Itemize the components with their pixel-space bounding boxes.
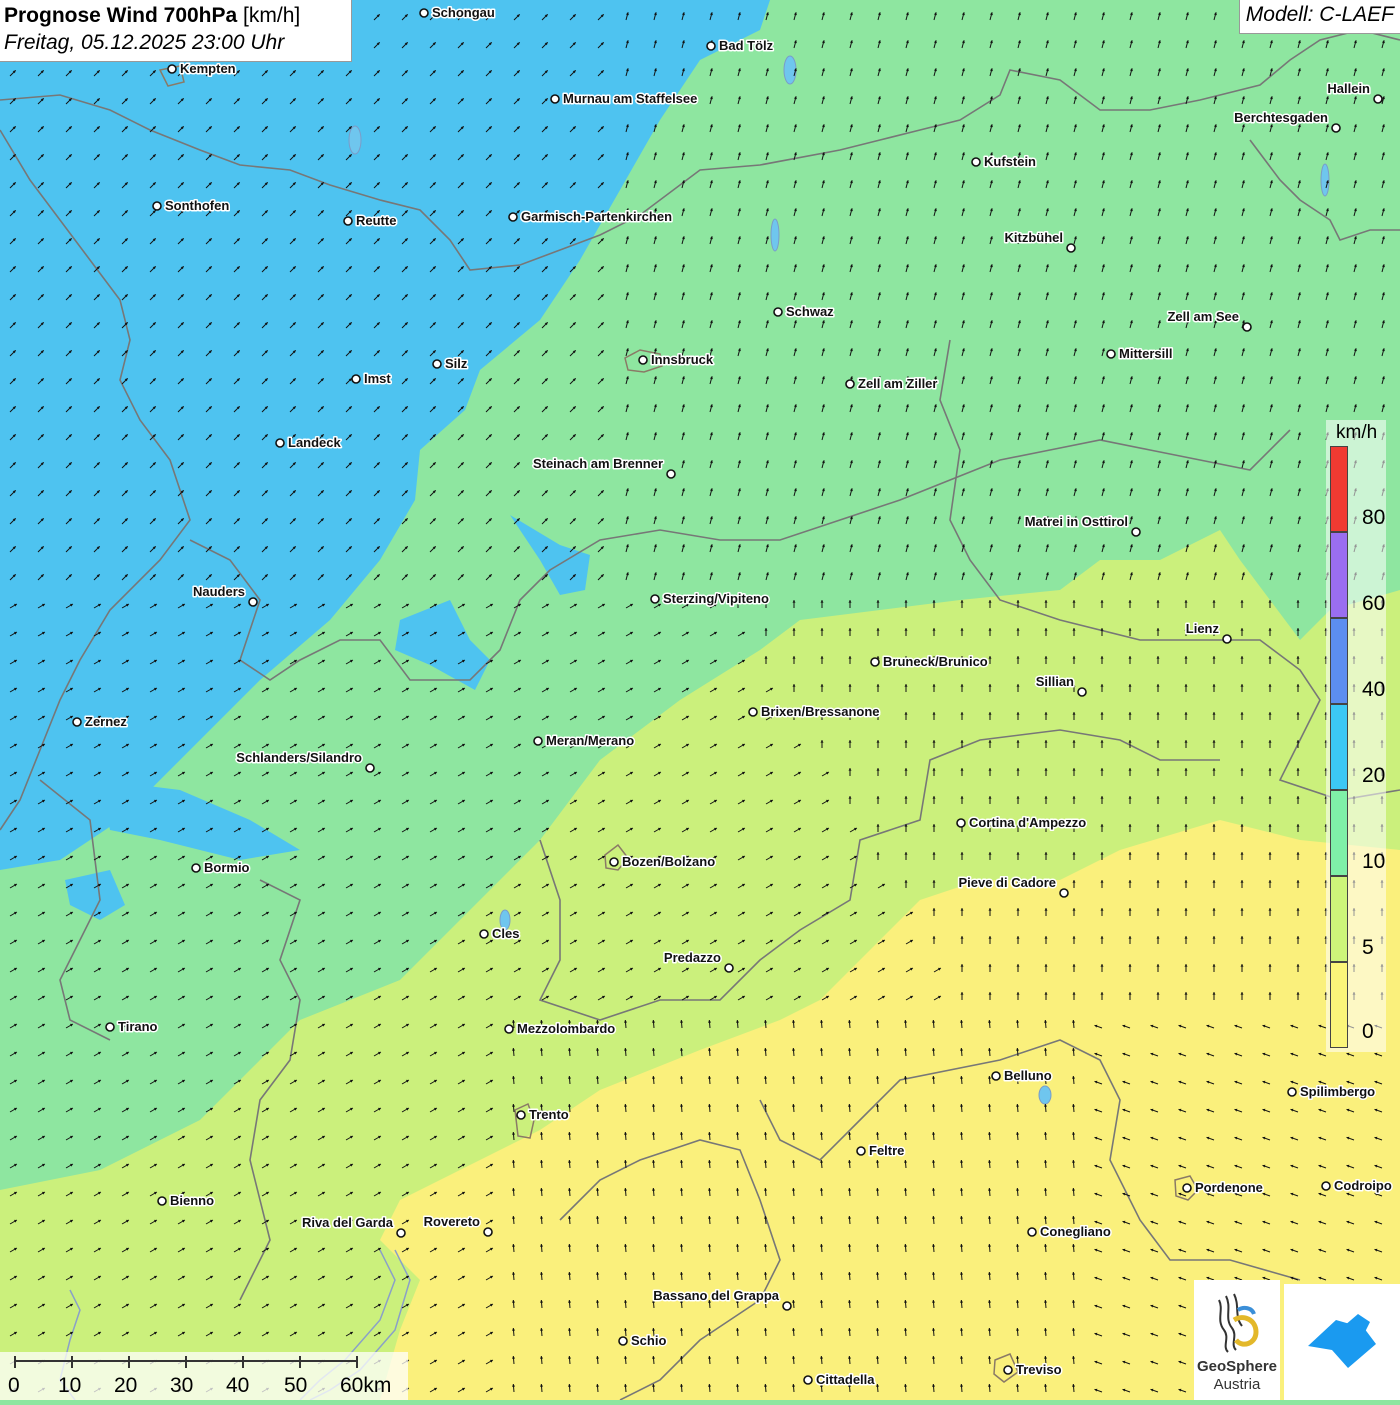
- wind-map: SchongauBad TölzKemptenMurnau am Staffel…: [0, 0, 1400, 1400]
